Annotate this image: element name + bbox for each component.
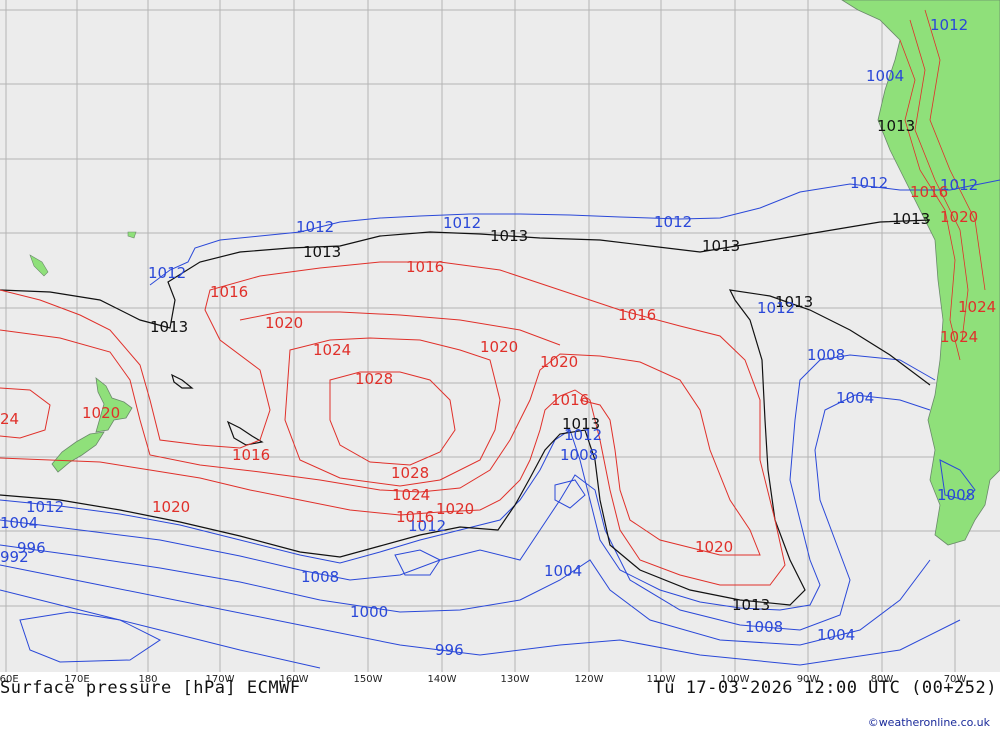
label-1012: 1012 — [564, 426, 602, 444]
label-1013: 1013 — [303, 243, 341, 261]
lon-label: 150W — [353, 674, 383, 685]
label-1016: 1016 — [910, 183, 948, 201]
lon-label: 140W — [427, 674, 457, 685]
label-1024: 1024 — [940, 328, 978, 346]
label-1012: 1012 — [850, 174, 888, 192]
label-1016: 1016 — [618, 306, 656, 324]
label-1008: 1008 — [745, 618, 783, 636]
label-1016: 1016 — [210, 283, 248, 301]
map-title: Surface pressure [hPa] ECMWF — [0, 678, 301, 698]
label-1013: 1013 — [702, 237, 740, 255]
label-1013: 1013 — [877, 117, 915, 135]
map-canvas: 1013 1013 1013 1013 1013 1013 1013 1013 … — [0, 0, 1000, 672]
label-1004: 1004 — [0, 514, 38, 532]
label-1020: 1020 — [436, 500, 474, 518]
label-1012: 1012 — [757, 299, 795, 317]
label-1008: 1008 — [937, 486, 975, 504]
label-1013: 1013 — [150, 318, 188, 336]
new-zealand — [51, 377, 133, 473]
label-1020: 1020 — [695, 538, 733, 556]
label-1004: 1004 — [836, 389, 874, 407]
label-1008: 1008 — [301, 568, 339, 586]
lon-label: 120W — [574, 674, 604, 685]
label-1013: 1013 — [490, 227, 528, 245]
isobar-labels: 1013 1013 1013 1013 1013 1013 1013 1013 … — [0, 16, 996, 659]
label-1013: 1013 — [892, 210, 930, 228]
label-1016: 1016 — [406, 258, 444, 276]
label-996: 996 — [435, 641, 464, 659]
label-1012: 1012 — [654, 213, 692, 231]
label-1008: 1008 — [560, 446, 598, 464]
credit-link[interactable]: ©weatheronline.co.uk — [868, 716, 990, 729]
isobar-1013 — [0, 219, 931, 606]
isobars-high — [0, 261, 786, 586]
label-992: 992 — [0, 548, 29, 566]
label-1020: 1020 — [480, 338, 518, 356]
lon-label: 130W — [500, 674, 530, 685]
forecast-time: Tu 17-03-2026 12:00 UTC (00+252) — [653, 678, 997, 698]
label-1028: 1028 — [391, 464, 429, 482]
label-1016: 1016 — [232, 446, 270, 464]
label-1020: 1020 — [940, 208, 978, 226]
label-1020: 1020 — [265, 314, 303, 332]
label-1012: 1012 — [443, 214, 481, 232]
pacific-islands — [29, 231, 137, 277]
label-1020: 1020 — [540, 353, 578, 371]
label-1004: 1004 — [544, 562, 582, 580]
label-1020: 1020 — [152, 498, 190, 516]
label-1008: 1008 — [807, 346, 845, 364]
label-1020: 1020 — [82, 404, 120, 422]
label-1012: 1012 — [296, 218, 334, 236]
label-1013: 1013 — [732, 596, 770, 614]
label-1024: 1024 — [313, 341, 351, 359]
label-1024-partial: 24 — [0, 410, 19, 428]
label-1000: 1000 — [350, 603, 388, 621]
lat-lon-grid — [0, 0, 1000, 672]
label-1016: 1016 — [396, 508, 434, 526]
label-1004: 1004 — [866, 67, 904, 85]
pressure-map: 1013 1013 1013 1013 1013 1013 1013 1013 … — [0, 0, 1000, 672]
label-1004: 1004 — [817, 626, 855, 644]
label-1012: 1012 — [148, 264, 186, 282]
label-1024: 1024 — [392, 486, 430, 504]
label-1016: 1016 — [551, 391, 589, 409]
label-1028: 1028 — [355, 370, 393, 388]
label-1012: 1012 — [930, 16, 968, 34]
isobars-low — [0, 179, 1000, 669]
label-1024: 1024 — [958, 298, 996, 316]
